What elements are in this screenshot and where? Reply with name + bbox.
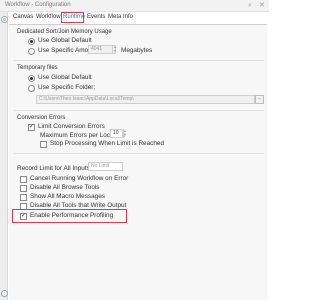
temp-global-label: Use Global Default	[38, 74, 92, 81]
gear-icon[interactable]: ⚙	[1, 16, 8, 23]
browse-button[interactable]: ...	[255, 95, 264, 104]
window-title: Workflow - Configuration	[5, 2, 71, 8]
tab-workflow[interactable]: Workflow	[36, 14, 61, 20]
cancel-on-error-checkbox[interactable]	[20, 176, 27, 183]
stop-processing-checkbox[interactable]	[40, 141, 47, 148]
limit-errors-label: Limit Conversion Errors	[38, 123, 105, 130]
temp-specific-label: Use Specific Folder:	[38, 84, 96, 91]
memory-global-radio[interactable]	[28, 38, 35, 45]
tab-events[interactable]: Events	[87, 14, 105, 20]
disable-browse-label: Disable All Browse Tools	[30, 184, 100, 191]
tab-canvas[interactable]: Canvas	[13, 14, 33, 20]
performance-profiling-label: Enable Performance Profiling	[30, 212, 114, 219]
disable-output-tools-label: Disable All Tools that Write Output	[30, 202, 127, 209]
conversion-section-title: Conversion Errors	[17, 115, 66, 121]
show-macro-messages-checkbox[interactable]	[20, 194, 27, 201]
max-errors-spinner[interactable]: ▲ ▼	[122, 129, 127, 138]
runtime-panel: Dedicated Sort/Join Memory Usage Use Glo…	[9, 25, 267, 300]
divider	[14, 153, 264, 154]
stop-processing-label: Stop Processing When Limit is Reached	[50, 140, 165, 147]
left-toolbar: ⚙	[0, 12, 8, 300]
pin-icon[interactable]: ⌕	[248, 1, 252, 10]
record-limit-input[interactable]: No Limit	[88, 162, 123, 171]
divider	[14, 110, 264, 111]
memory-unit-label: Megabytes	[121, 47, 153, 54]
close-icon[interactable]: ✕	[259, 1, 265, 10]
tab-bar: Canvas Workflow Runtime Events Meta Info	[9, 13, 267, 24]
memory-global-label: Use Global Default	[38, 37, 92, 44]
limit-errors-checkbox[interactable]: ✓	[28, 124, 35, 131]
temp-global-radio[interactable]	[28, 75, 35, 82]
temp-folder-input[interactable]: C:\Users\Theo Isaac\AppData\Local\Temp\	[36, 95, 255, 104]
performance-profiling-checkbox[interactable]: ✓	[20, 213, 27, 220]
cancel-on-error-label: Cancel Running Workflow on Error	[30, 175, 129, 182]
divider	[14, 60, 264, 61]
temp-specific-radio[interactable]	[28, 85, 35, 92]
show-macro-messages-label: Show All Macro Messages	[30, 193, 105, 200]
window-titlebar: Workflow - Configuration ⌕ ✕	[0, 0, 269, 12]
record-limit-label: Record Limit for All Inputs:	[17, 165, 92, 172]
memory-section-title: Dedicated Sort/Join Memory Usage	[17, 29, 112, 35]
memory-amount-spinner[interactable]: ▲ ▼	[112, 45, 117, 54]
tab-meta-info[interactable]: Meta Info	[108, 14, 133, 20]
disable-browse-checkbox[interactable]	[20, 185, 27, 192]
runtime-tab-highlight	[61, 12, 84, 23]
memory-specific-radio[interactable]	[28, 48, 35, 55]
help-icon[interactable]: ?	[1, 290, 8, 297]
temp-section-title: Temporary files	[17, 65, 58, 71]
